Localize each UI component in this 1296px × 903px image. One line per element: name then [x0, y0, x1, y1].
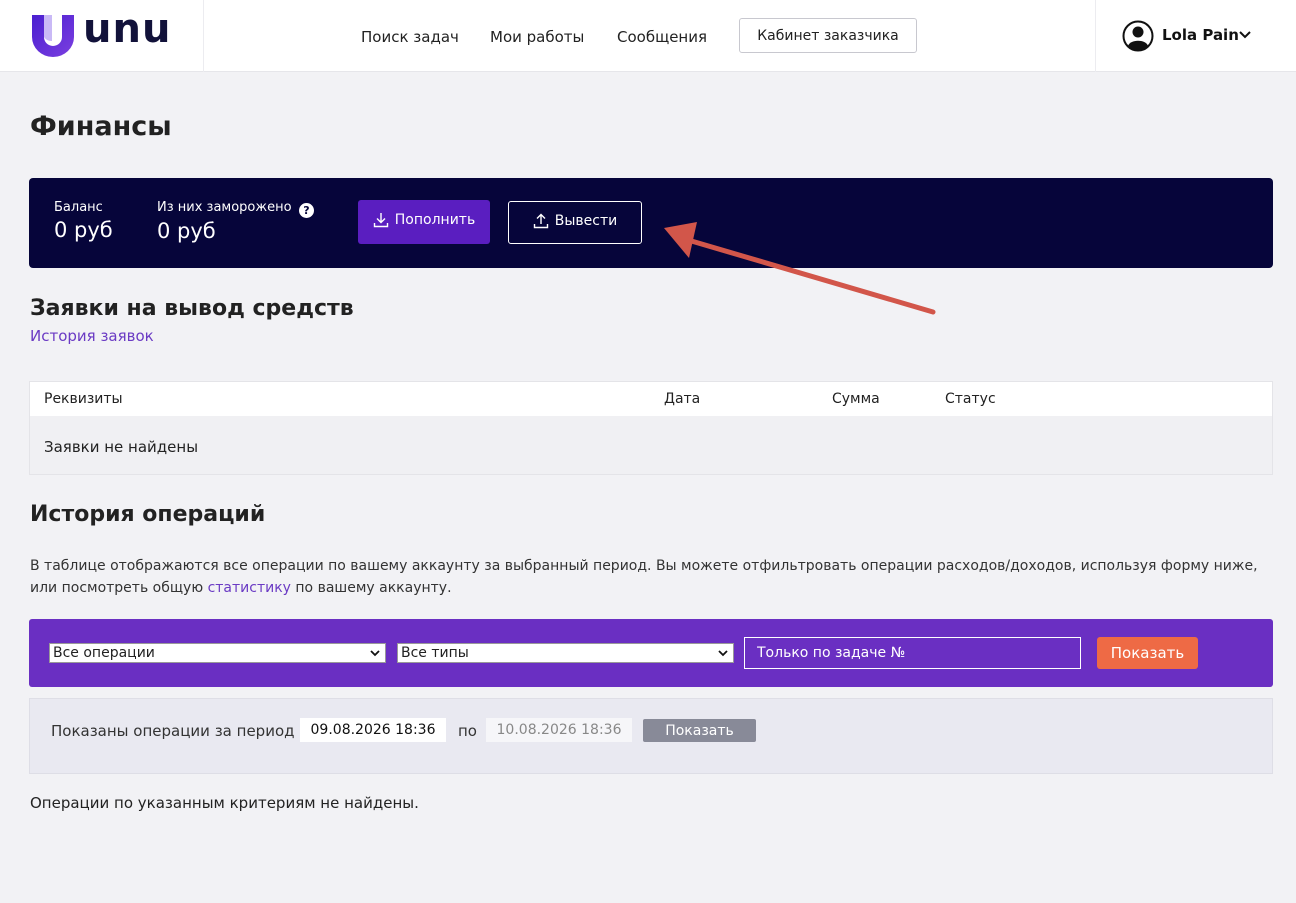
logo[interactable]: unu — [0, 0, 204, 72]
operations-history-title: История операций — [30, 502, 266, 527]
description-text-end: по вашему аккаунту. — [290, 580, 452, 596]
period-show-button[interactable]: Показать — [643, 719, 756, 742]
show-filter-button[interactable]: Показать — [1097, 637, 1198, 669]
topup-label: Пополнить — [394, 212, 476, 228]
page-title: Финансы — [30, 111, 172, 142]
period-panel: Показаны операции за период с по Показат… — [29, 698, 1273, 774]
frozen-label: Из них заморожено — [157, 200, 292, 215]
logo-mark-icon — [32, 15, 74, 57]
operations-filter-value: Все операции — [53, 645, 155, 661]
top-header: unu Поиск задач Мои работы Сообщения Каб… — [0, 0, 1296, 72]
upload-icon — [533, 213, 548, 228]
balance-value: 0 руб — [54, 218, 113, 242]
task-number-input[interactable] — [744, 637, 1081, 669]
types-filter-value: Все типы — [401, 645, 469, 661]
column-header-requisites: Реквизиты — [44, 391, 123, 407]
period-label: Показаны операции за период с — [51, 722, 308, 740]
column-header-date: Дата — [664, 391, 701, 407]
chevron-down-icon — [370, 650, 380, 657]
nav-messages[interactable]: Сообщения — [617, 28, 707, 46]
operations-filter-select[interactable]: Все операции — [49, 643, 386, 663]
requests-empty-message: Заявки не найдены — [44, 438, 199, 456]
withdraw-label: Вывести — [554, 212, 618, 229]
nav-search-tasks[interactable]: Поиск задач — [361, 28, 459, 46]
period-from-input[interactable] — [300, 718, 446, 742]
withdraw-button[interactable]: Вывести — [508, 201, 642, 244]
withdrawal-requests-title: Заявки на вывод средств — [30, 296, 354, 321]
statistics-link[interactable]: статистику — [208, 580, 291, 596]
period-to-label: по — [458, 722, 477, 740]
chevron-down-icon — [718, 650, 728, 657]
column-header-amount: Сумма — [832, 391, 880, 407]
topup-button[interactable]: Пополнить — [358, 200, 490, 244]
operations-filter-bar: Все операции Все типы Показать — [29, 619, 1273, 687]
period-to-input[interactable] — [486, 718, 632, 742]
customer-cabinet-button[interactable]: Кабинет заказчика — [739, 18, 917, 53]
logo-text: unu — [83, 6, 172, 52]
chevron-down-icon — [1239, 31, 1251, 39]
nav-my-works[interactable]: Мои работы — [490, 28, 584, 46]
help-icon[interactable]: ? — [299, 203, 314, 218]
operations-empty-message: Операции по указанным критериям не найде… — [30, 794, 419, 812]
frozen-value: 0 руб — [157, 219, 216, 243]
requests-table: Реквизиты Дата Сумма Статус Заявки не на… — [29, 381, 1273, 475]
operations-description: В таблице отображаются все операции по в… — [30, 555, 1270, 599]
column-header-status: Статус — [945, 391, 996, 407]
table-header: Реквизиты Дата Сумма Статус — [30, 382, 1272, 416]
requests-history-link[interactable]: История заявок — [30, 327, 154, 345]
balance-panel: Баланс 0 руб Из них заморожено ? 0 руб П… — [29, 178, 1273, 268]
download-icon — [373, 213, 388, 228]
balance-label: Баланс — [54, 200, 103, 215]
user-name: Lola Pain — [1162, 26, 1239, 44]
types-filter-select[interactable]: Все типы — [397, 643, 734, 663]
user-menu[interactable]: Lola Pain — [1095, 0, 1296, 72]
user-avatar-icon — [1122, 20, 1154, 52]
